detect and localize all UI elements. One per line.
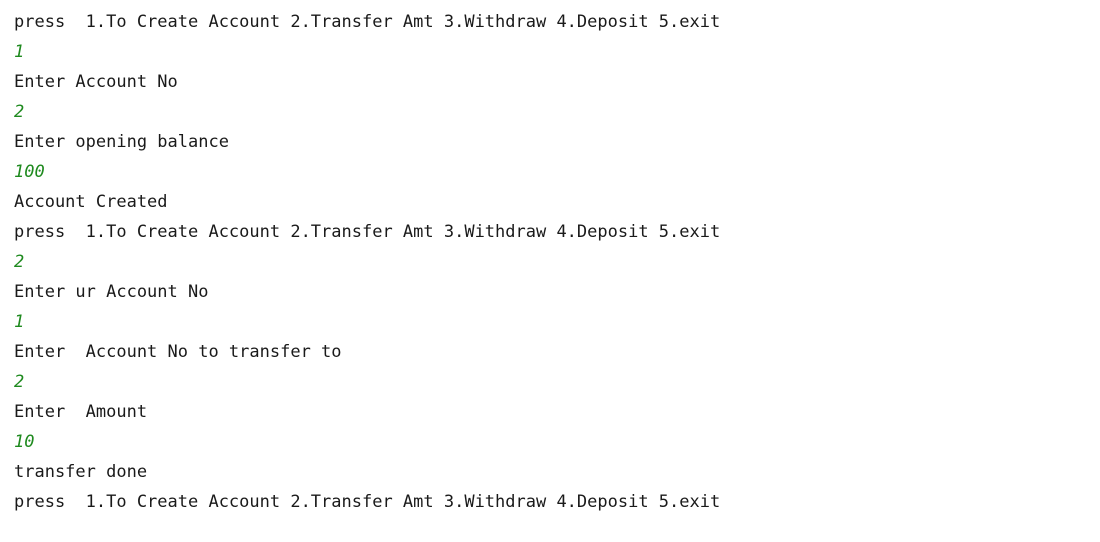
console-line-user-input: 1 — [14, 42, 25, 62]
console-line-user-input: 10 — [14, 432, 35, 452]
console-line-prompt: Enter Account No — [14, 72, 178, 92]
console-line-user-input: 1 — [14, 312, 25, 332]
console-line-prompt: press 1.To Create Account 2.Transfer Amt… — [14, 222, 721, 242]
console-line-prompt: Enter Account No to transfer to — [14, 342, 342, 362]
console-line-prompt: Enter Amount — [14, 402, 148, 422]
console-line-prompt: Enter ur Account No — [14, 282, 209, 302]
console-line-prompt: press 1.To Create Account 2.Transfer Amt… — [14, 492, 721, 512]
console-line-message: transfer done — [14, 462, 148, 482]
console-line-prompt: press 1.To Create Account 2.Transfer Amt… — [14, 12, 721, 32]
console-line-message: Account Created — [14, 192, 168, 212]
console-line-user-input: 100 — [14, 162, 45, 182]
console-line-prompt: Enter opening balance — [14, 132, 229, 152]
console-line-user-input: 2 — [14, 252, 25, 272]
console-line-user-input: 2 — [14, 102, 25, 122]
console-output[interactable]: press 1.To Create Account 2.Transfer Amt… — [0, 0, 1100, 542]
console-line-user-input: 2 — [14, 372, 25, 392]
